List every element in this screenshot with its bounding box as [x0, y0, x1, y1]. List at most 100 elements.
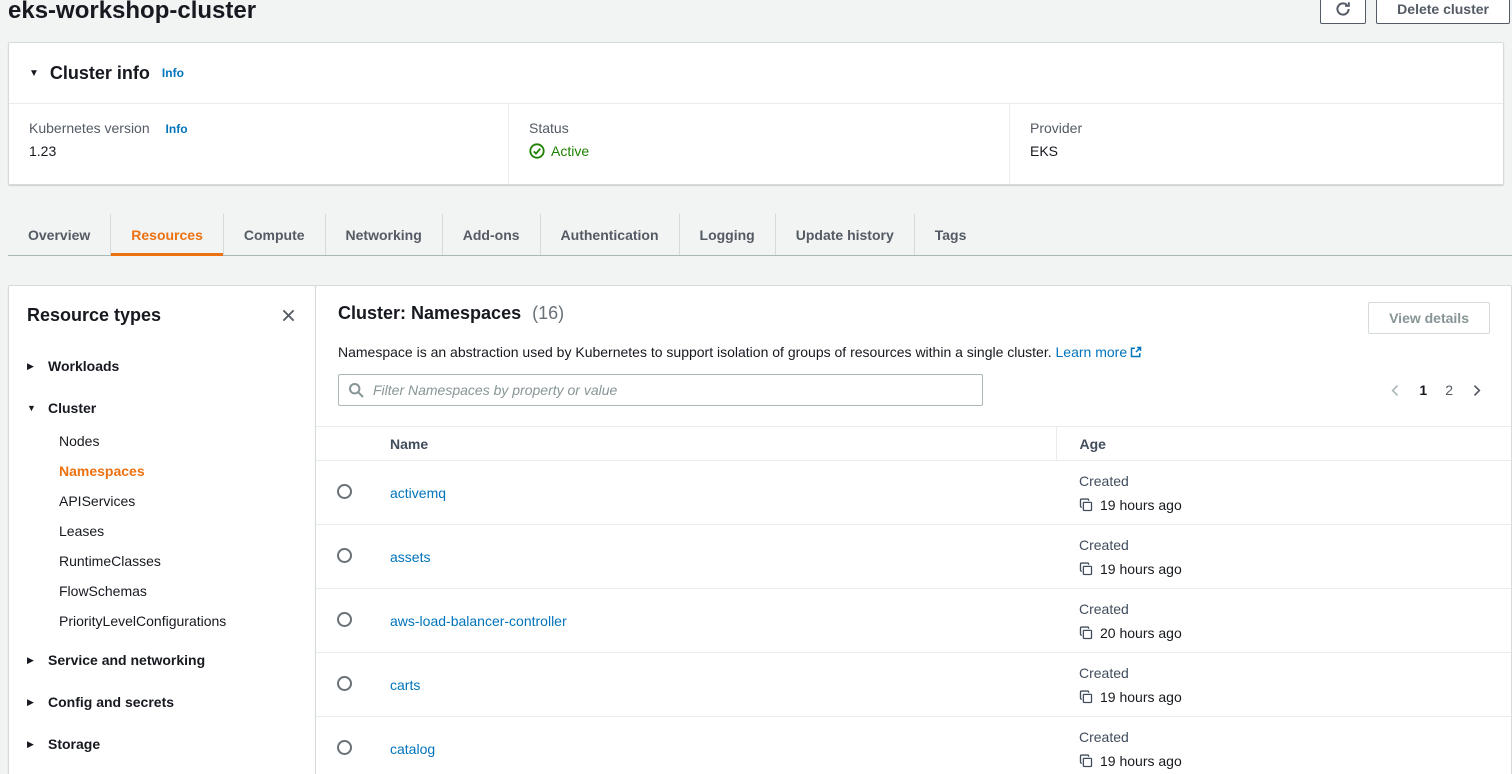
namespace-link[interactable]: aws-load-balancer-controller	[390, 613, 567, 629]
previous-page-icon[interactable]	[1385, 380, 1406, 401]
resource-item-flowschemas[interactable]: FlowSchemas	[9, 576, 315, 606]
eks-cluster-page: eks-workshop-cluster Delete cluster ▼ Cl…	[0, 0, 1512, 774]
namespaces-header: Cluster: Namespaces (16) View details	[316, 286, 1511, 334]
tab-authentication[interactable]: Authentication	[540, 214, 679, 255]
provider-field: Provider EKS	[1010, 104, 1503, 184]
table-toolbar: 12	[316, 362, 1511, 406]
learn-more-link[interactable]: Learn more	[1056, 344, 1143, 360]
learn-more-text: Learn more	[1056, 344, 1128, 360]
resource-tree: ▶ Workloads ▼ClusterNodesNamespacesAPIServ…	[9, 336, 315, 762]
kubernetes-version-field: Kubernetes version Info 1.23	[9, 104, 509, 184]
namespace-link[interactable]: carts	[390, 677, 420, 693]
namespace-link[interactable]: catalog	[390, 741, 435, 757]
tab-resources[interactable]: Resources	[110, 214, 223, 255]
age-value: 19 hours ago	[1100, 559, 1182, 579]
resource-item-namespaces[interactable]: Namespaces	[9, 456, 315, 486]
copy-icon[interactable]	[1079, 690, 1093, 704]
caret-right-icon: ▶	[27, 358, 38, 374]
page-title: eks-workshop-cluster	[8, 0, 256, 25]
tab-overview[interactable]: Overview	[8, 214, 110, 255]
view-details-button[interactable]: View details	[1368, 302, 1490, 334]
status-text: Active	[551, 143, 589, 159]
cluster-info-body: Kubernetes version Info 1.23 Status Acti…	[9, 104, 1503, 184]
tab-tags[interactable]: Tags	[914, 214, 987, 255]
delete-cluster-button[interactable]: Delete cluster	[1376, 0, 1510, 24]
resource-item-nodes[interactable]: Nodes	[9, 426, 315, 456]
copy-icon[interactable]	[1079, 754, 1093, 768]
created-label: Created	[1079, 727, 1511, 747]
row-radio[interactable]	[337, 548, 352, 563]
tab-logging[interactable]: Logging	[679, 214, 775, 255]
resource-group-label: Config and secrets	[48, 694, 174, 710]
tab-add-ons[interactable]: Add-ons	[442, 214, 540, 255]
caret-right-icon: ▶	[27, 736, 38, 752]
copy-icon[interactable]	[1079, 498, 1093, 512]
namespaces-count: (16)	[532, 303, 564, 323]
resource-group-label: Service and networking	[48, 652, 205, 668]
version-info-link[interactable]: Info	[166, 122, 188, 136]
caret-right-icon: ▶	[27, 652, 38, 668]
table-header-row: Name Age	[316, 427, 1511, 461]
created-label: Created	[1079, 663, 1511, 683]
filter-box	[338, 374, 983, 406]
tab-compute[interactable]: Compute	[223, 214, 325, 255]
cluster-info-title: Cluster info	[50, 63, 150, 84]
age-value: 19 hours ago	[1100, 495, 1182, 515]
tab-update-history[interactable]: Update history	[775, 214, 914, 255]
namespace-link[interactable]: activemq	[390, 485, 446, 501]
next-page-icon[interactable]	[1466, 380, 1487, 401]
resource-item-leases[interactable]: Leases	[9, 516, 315, 546]
kubernetes-version-label: Kubernetes version	[29, 120, 150, 136]
row-radio[interactable]	[337, 740, 352, 755]
cluster-info-info-link[interactable]: Info	[162, 66, 184, 80]
pagination-pages: 12	[1410, 378, 1462, 402]
resource-item-runtimeclasses[interactable]: RuntimeClasses	[9, 546, 315, 576]
namespace-link[interactable]: assets	[390, 549, 430, 565]
provider-label: Provider	[1030, 120, 1503, 136]
status-value: Active	[529, 143, 1009, 159]
namespaces-panel: Cluster: Namespaces (16) View details Na…	[315, 285, 1512, 774]
refresh-icon	[1335, 1, 1351, 17]
namespaces-tbody: activemq Created 19 hours ago assets Created…	[316, 461, 1511, 774]
namespaces-table: Name Age activemqCreated19 hours agoasse…	[316, 426, 1511, 774]
refresh-button[interactable]	[1320, 0, 1366, 24]
resource-group-config-and-secrets[interactable]: ▶ Config and secrets	[9, 684, 315, 720]
table-row: catalog Created 19 hours ago	[316, 717, 1511, 774]
resource-group-storage[interactable]: ▶Storage	[9, 726, 315, 762]
header-actions: Delete cluster	[1320, 0, 1510, 24]
created-label: Created	[1079, 471, 1511, 491]
select-column-header	[316, 427, 390, 461]
row-radio[interactable]	[337, 484, 352, 499]
name-column-header: Name	[390, 427, 1056, 461]
collapse-caret-icon[interactable]: ▼	[29, 68, 39, 79]
table-row: assets Created 19 hours ago	[316, 525, 1511, 589]
resource-group-label: Workloads	[48, 358, 119, 374]
pagination: 12	[1385, 378, 1487, 402]
provider-value: EKS	[1030, 143, 1503, 159]
copy-icon[interactable]	[1079, 626, 1093, 640]
resource-item-apiservices[interactable]: APIServices	[9, 486, 315, 516]
tab-networking[interactable]: Networking	[325, 214, 442, 255]
age-value: 19 hours ago	[1100, 751, 1182, 771]
page-number-2[interactable]: 2	[1436, 378, 1462, 402]
external-link-icon	[1130, 346, 1142, 358]
copy-icon[interactable]	[1079, 562, 1093, 576]
table-row: activemq Created 19 hours ago	[316, 461, 1511, 525]
filter-input[interactable]	[338, 374, 983, 406]
resource-group-service-and-networking[interactable]: ▶ Service and networking	[9, 642, 315, 678]
kubernetes-version-value: 1.23	[29, 143, 508, 159]
created-label: Created	[1079, 535, 1511, 555]
search-icon	[348, 382, 364, 398]
row-radio[interactable]	[337, 676, 352, 691]
status-label: Status	[529, 120, 1009, 136]
resource-types-title: Resource types	[27, 304, 161, 326]
resource-group-workloads[interactable]: ▶ Workloads	[9, 348, 315, 384]
close-icon[interactable]	[282, 309, 295, 322]
resource-item-prioritylevelconfigurations[interactable]: PriorityLevelConfigurations	[9, 606, 315, 636]
page-number-1[interactable]: 1	[1410, 378, 1436, 402]
resource-group-cluster[interactable]: ▼Cluster	[9, 390, 315, 426]
row-radio[interactable]	[337, 612, 352, 627]
cluster-info-header: ▼ Cluster info Info	[9, 43, 1503, 104]
resource-types-panel: Resource types ▶ Workloads ▼ClusterNodesNa…	[8, 285, 316, 774]
caret-right-icon: ▶	[27, 694, 38, 710]
